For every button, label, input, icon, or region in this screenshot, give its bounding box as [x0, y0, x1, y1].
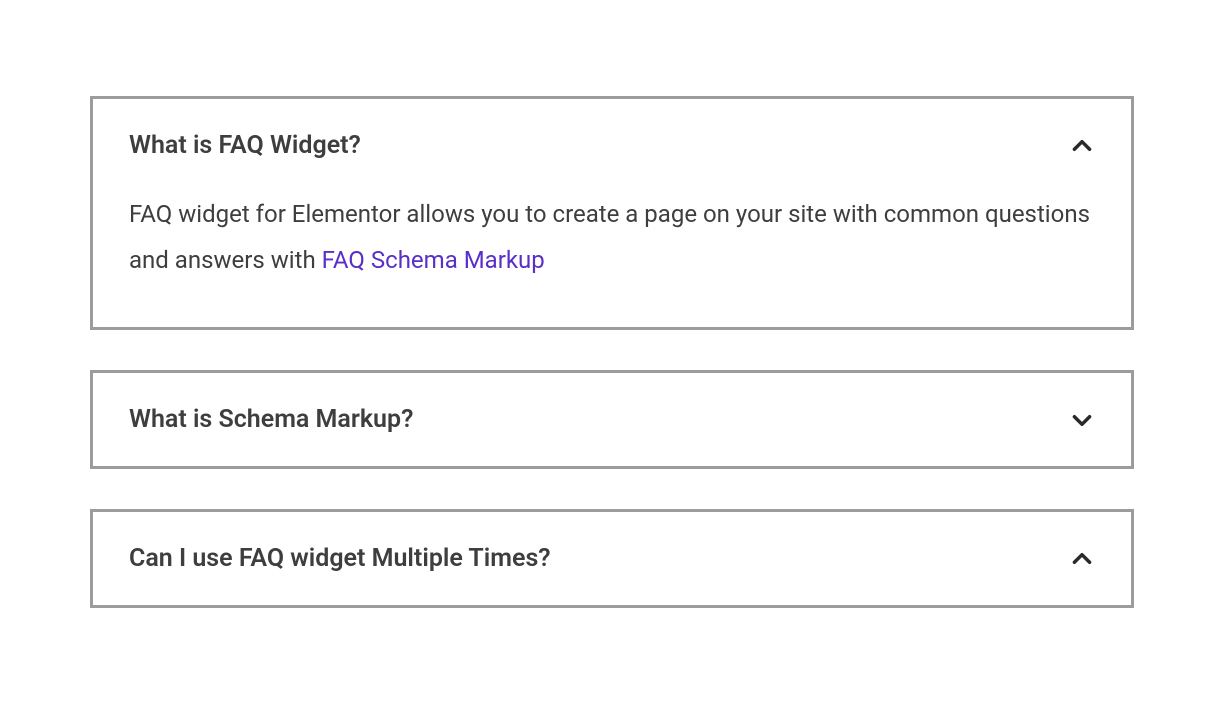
- faq-answer-link[interactable]: FAQ Schema Markup: [322, 246, 545, 274]
- chevron-up-icon: [1069, 133, 1095, 159]
- faq-answer: FAQ widget for Elementor allows you to c…: [93, 192, 1131, 327]
- faq-question: What is FAQ Widget?: [129, 131, 361, 160]
- faq-question: What is Schema Markup?: [129, 405, 413, 434]
- faq-item: What is FAQ Widget? FAQ widget for Eleme…: [90, 96, 1134, 330]
- chevron-down-icon: [1069, 407, 1095, 433]
- faq-item: Can I use FAQ widget Multiple Times?: [90, 509, 1134, 608]
- chevron-up-icon: [1069, 546, 1095, 572]
- faq-accordion: What is FAQ Widget? FAQ widget for Eleme…: [90, 96, 1134, 608]
- faq-item: What is Schema Markup?: [90, 370, 1134, 469]
- faq-toggle[interactable]: What is FAQ Widget?: [93, 99, 1131, 192]
- faq-toggle[interactable]: What is Schema Markup?: [93, 373, 1131, 466]
- faq-toggle[interactable]: Can I use FAQ widget Multiple Times?: [93, 512, 1131, 605]
- faq-question: Can I use FAQ widget Multiple Times?: [129, 544, 551, 573]
- faq-answer-text: FAQ widget for Elementor allows you to c…: [129, 200, 1090, 274]
